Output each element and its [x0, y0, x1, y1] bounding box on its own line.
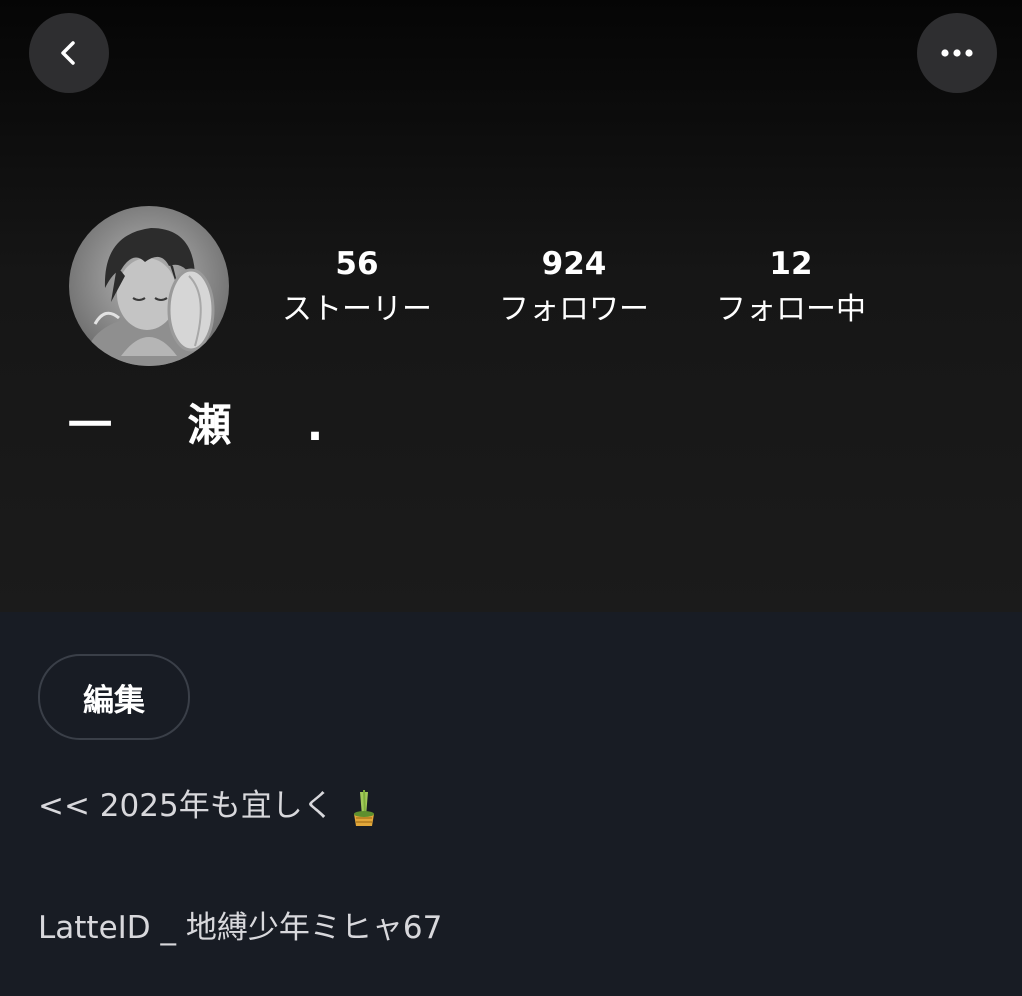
stories-label: ストーリー [282, 292, 432, 327]
kadomatsu-emoji [353, 789, 374, 826]
chevron-left-icon [61, 41, 75, 65]
followers-count: 924 [541, 246, 607, 282]
edit-profile-button[interactable]: 編集 [38, 654, 190, 740]
avatar[interactable] [69, 206, 229, 366]
back-button[interactable] [29, 13, 109, 93]
more-options-button[interactable] [917, 13, 997, 93]
username: 一 瀬 . [68, 400, 354, 451]
stat-following[interactable]: 12 フォロー中 [696, 244, 886, 332]
bio-line-1: << 2025年も宜しく [38, 784, 378, 828]
stories-count: 56 [335, 246, 379, 282]
following-count: 12 [769, 246, 813, 282]
stat-followers[interactable]: 924 フォロワー [479, 244, 669, 332]
more-horizontal-icon [941, 49, 973, 57]
following-label: フォロー中 [716, 292, 866, 327]
avatar-illustration [69, 206, 229, 366]
followers-label: フォロワー [499, 292, 649, 327]
stat-stories[interactable]: 56 ストーリー [262, 244, 452, 332]
bio-line-2: LatteID _ 地縛少年ミヒャ67 [38, 910, 443, 946]
bio-text-1: << 2025年も宜しく [38, 788, 334, 824]
